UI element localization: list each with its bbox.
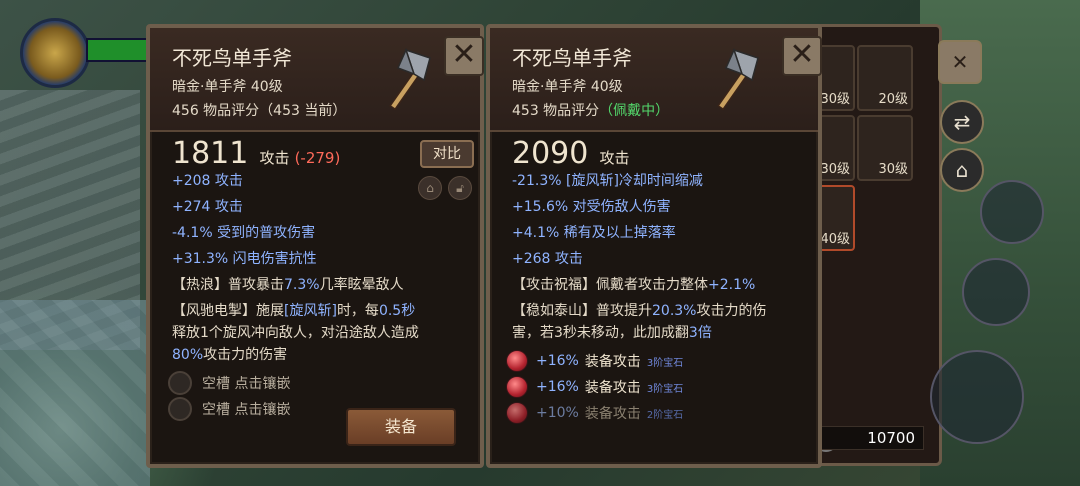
- attack-value: 2090: [512, 136, 589, 171]
- slot-level: 40级: [820, 232, 850, 247]
- affix-text: 【热浪】普攻暴击: [172, 277, 284, 293]
- stat-line: +4.1% 稀有及以上掉落率: [512, 225, 676, 241]
- affix-heatwave: 【热浪】普攻暴击7.3%几率眩晕敌人: [172, 272, 419, 298]
- attack-label: 攻击: [599, 149, 630, 167]
- affix-text: 害，若3秒未移动，此加成翻: [512, 325, 689, 341]
- gem-list: +16% 装备攻击 3阶宝石 +16% 装备攻击 3阶宝石 +10% 装备攻击 2阶宝石: [506, 348, 683, 426]
- axe-icon: [717, 47, 759, 111]
- swap-icon[interactable]: ⇄: [940, 100, 984, 144]
- socket-icon: [168, 371, 192, 395]
- close-icon[interactable]: ✕: [444, 36, 484, 76]
- item-name: 不死鸟单手斧: [512, 46, 632, 70]
- coin-count: 10700: [820, 426, 924, 450]
- gem-label: 装备攻击: [584, 354, 641, 370]
- ruby-gem-icon: [506, 402, 528, 424]
- affix-text: 时，每: [336, 303, 379, 319]
- gem-tier: 3阶宝石: [646, 383, 684, 395]
- affix-text: 【稳如泰山】普攻提升: [512, 303, 652, 319]
- broom-icon[interactable]: ⌂: [940, 148, 984, 192]
- gem-row[interactable]: +16% 装备攻击 3阶宝石: [506, 374, 683, 400]
- stat-line: -4.1% 受到的普攻伤害: [172, 225, 316, 241]
- skill-icon[interactable]: [980, 180, 1044, 244]
- gem-label: 装备攻击: [584, 406, 641, 422]
- tooltip-header: 不死鸟单手斧 暗金·单手斧 40级 453 物品评分（佩戴中）: [490, 28, 818, 132]
- affix-blessing: 【攻击祝福】佩戴者攻击力整体+2.1%: [512, 272, 766, 298]
- affix-value: +2.1%: [708, 277, 756, 293]
- attack-line: 2090 攻击: [512, 136, 629, 171]
- slot-level: 30级: [820, 92, 850, 107]
- equipped-tag: （佩戴中）: [599, 103, 670, 119]
- stat-list: -21.3% [旋风斩]冷却时间缩减 +15.6% 对受伤敌人伤害 +4.1% …: [512, 168, 766, 344]
- affix-text: 几率眩晕敌人: [319, 277, 404, 293]
- lock-icon[interactable]: 🔓︎: [448, 176, 472, 200]
- stat-line: +15.6% 对受伤敌人伤害: [512, 199, 671, 215]
- attack-diff: (-279): [294, 149, 341, 167]
- ruby-gem-icon: [506, 350, 528, 372]
- socket-list: 空槽 点击镶嵌 空槽 点击镶嵌: [168, 370, 290, 422]
- close-icon[interactable]: ✕: [782, 36, 822, 76]
- socket-label: 空槽 点击镶嵌: [202, 376, 291, 392]
- attack-value: 1811: [172, 136, 249, 171]
- bag-close-icon[interactable]: ✕: [938, 40, 982, 84]
- affix-value: 3倍: [688, 325, 712, 341]
- player-avatar[interactable]: [20, 18, 90, 88]
- stat-list: +208 攻击 +274 攻击 -4.1% 受到的普攻伤害 +31.3% 闪电伤…: [172, 168, 419, 366]
- broom-icon[interactable]: ⌂: [418, 176, 442, 200]
- socket-icon: [168, 397, 192, 421]
- affix-value: 0.5秒: [378, 303, 416, 319]
- stat-line: +274 攻击: [172, 199, 243, 215]
- score-text: 453 物品评分: [512, 103, 600, 119]
- gem-tier: 2阶宝石: [646, 409, 684, 421]
- inventory-slot[interactable]: 20级: [857, 45, 913, 111]
- affix-value: 20.3%: [652, 303, 697, 319]
- affix-whirlwind: 【风驰电掣】施展[旋风斩]时，每0.5秒 释放1个旋风冲向敌人，对沿途敌人造成 …: [172, 300, 419, 366]
- empty-socket[interactable]: 空槽 点击镶嵌: [168, 396, 290, 422]
- gem-value: +16%: [536, 379, 579, 395]
- background-floor: [0, 300, 150, 486]
- item-score: 453 物品评分（佩戴中）: [512, 100, 669, 120]
- stat-line: +31.3% 闪电伤害抗性: [172, 251, 317, 267]
- item-score: 456 物品评分（453 当前）: [172, 103, 347, 119]
- affix-steady: 【稳如泰山】普攻提升20.3%攻击力的伤 害，若3秒未移动，此加成翻3倍: [512, 300, 766, 344]
- gem-value: +16%: [536, 353, 579, 369]
- axe-icon: [389, 47, 431, 111]
- affix-value: 80%: [172, 347, 204, 363]
- affix-text: 【攻击祝福】佩戴者攻击力整体: [512, 277, 708, 293]
- player-hp-bar: [86, 38, 150, 62]
- slot-level: 30级: [820, 162, 850, 177]
- ruby-gem-icon: [506, 376, 528, 398]
- item-tooltip-equipped: 不死鸟单手斧 暗金·单手斧 40级 453 物品评分（佩戴中） ✕ 2090 攻…: [486, 24, 822, 468]
- slot-level: 30级: [878, 162, 908, 177]
- item-subtitle: 暗金·单手斧 40级: [512, 79, 623, 95]
- compare-button[interactable]: 对比: [420, 140, 474, 168]
- inventory-slot[interactable]: 30级: [857, 115, 913, 181]
- affix-text: 释放1个旋风冲向敌人，对沿途敌人造成: [172, 325, 419, 341]
- affix-skill: [旋风斩]: [284, 303, 337, 319]
- gem-row[interactable]: +10% 装备攻击 2阶宝石: [506, 400, 683, 426]
- item-name: 不死鸟单手斧: [172, 46, 292, 70]
- item-tooltip-candidate: 不死鸟单手斧 暗金·单手斧 40级 456 物品评分（453 当前） ✕ 181…: [146, 24, 484, 468]
- affix-value: 7.3%: [284, 277, 320, 293]
- gem-value: +10%: [536, 405, 579, 421]
- gem-label: 装备攻击: [584, 380, 641, 396]
- equip-button[interactable]: 装备: [346, 408, 456, 446]
- skill-whirlwind-icon[interactable]: [962, 258, 1030, 326]
- affix-text: 攻击力的伤: [696, 303, 767, 319]
- slot-level: 20级: [878, 92, 908, 107]
- stat-line: +268 攻击: [512, 251, 583, 267]
- empty-socket[interactable]: 空槽 点击镶嵌: [168, 370, 290, 396]
- tooltip-header: 不死鸟单手斧 暗金·单手斧 40级 456 物品评分（453 当前）: [150, 28, 480, 132]
- stat-line: -21.3% [旋风斩]冷却时间缩减: [512, 173, 703, 189]
- stat-line: +208 攻击: [172, 173, 243, 189]
- gem-row[interactable]: +16% 装备攻击 3阶宝石: [506, 348, 683, 374]
- attack-line: 1811 攻击 (-279): [172, 136, 340, 171]
- affix-text: 攻击力的伤害: [203, 347, 288, 363]
- gem-tier: 3阶宝石: [646, 357, 684, 369]
- attack-button-icon[interactable]: [930, 350, 1024, 444]
- item-subtitle: 暗金·单手斧 40级: [172, 79, 283, 95]
- socket-label: 空槽 点击镶嵌: [202, 402, 291, 418]
- affix-text: 【风驰电掣】施展: [172, 303, 284, 319]
- attack-label: 攻击: [259, 149, 290, 167]
